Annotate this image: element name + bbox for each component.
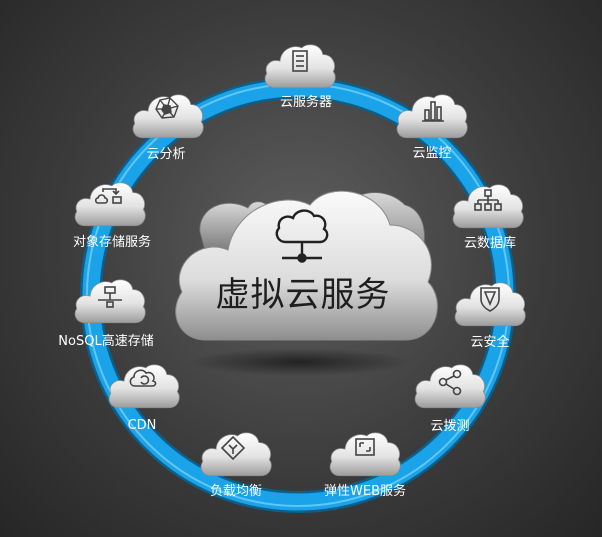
cloud-services-diagram: 虚拟云服务 云服务器 云监控 云数据库 云安全 云拨测 弹性WEB服务 负载均衡… xyxy=(58,44,526,513)
service-label: 云安全 xyxy=(470,334,509,350)
service-node[interactable]: 弹性WEB服务 xyxy=(324,432,406,499)
service-label: CDN xyxy=(128,418,157,433)
service-node[interactable]: CDN xyxy=(108,364,180,433)
service-label: 弹性WEB服务 xyxy=(324,483,406,499)
service-node[interactable]: 云安全 xyxy=(454,282,526,350)
service-label: 云拨测 xyxy=(430,419,469,434)
service-label: 负载均衡 xyxy=(210,484,262,499)
center-cloud: 虚拟云服务 xyxy=(175,190,438,376)
service-node[interactable]: 负载均衡 xyxy=(200,432,272,499)
service-label: 云分析 xyxy=(146,147,185,162)
service-label: 对象存储服务 xyxy=(73,234,151,250)
service-node[interactable]: 云拨测 xyxy=(414,364,486,434)
service-node[interactable]: 对象存储服务 xyxy=(73,182,151,250)
service-label: NoSQL高速存储 xyxy=(58,333,153,349)
service-label: 云服务器 xyxy=(280,94,332,110)
service-label: 云监控 xyxy=(412,146,451,161)
center-title: 虚拟云服务 xyxy=(216,275,391,315)
service-node[interactable]: NoSQL高速存储 xyxy=(58,279,154,349)
service-label: 云数据库 xyxy=(464,235,516,251)
service-node[interactable]: 云数据库 xyxy=(452,184,524,251)
